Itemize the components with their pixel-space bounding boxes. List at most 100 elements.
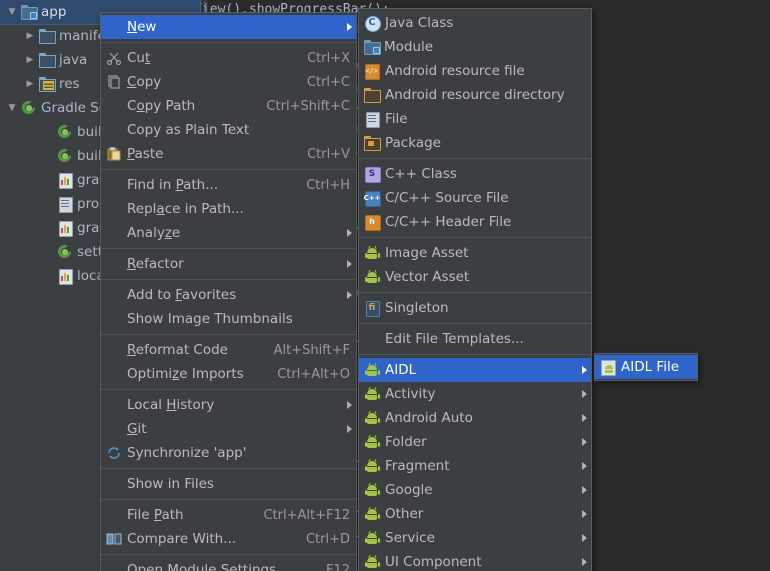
gradle-icon bbox=[56, 244, 74, 260]
chevron-right-icon bbox=[347, 23, 352, 31]
tree-expand-arrow[interactable]: ▼ bbox=[4, 7, 20, 17]
menu-item-label: Synchronize 'app' bbox=[127, 445, 350, 461]
menu-item-replace-in-path[interactable]: Replace in Path... bbox=[101, 197, 356, 221]
menu-item-fragment[interactable]: Fragment bbox=[359, 454, 591, 478]
menu-item-local-history[interactable]: Local History bbox=[101, 393, 356, 417]
menu-item-label: C/C++ Source File bbox=[385, 190, 585, 206]
package-icon bbox=[363, 135, 381, 151]
menu-item-open-module-settings[interactable]: Open Module SettingsF12 bbox=[101, 558, 356, 571]
menu-separator bbox=[101, 389, 356, 390]
no-icon bbox=[105, 421, 123, 437]
tree-expand-arrow[interactable]: ▶ bbox=[22, 79, 38, 89]
menu-separator bbox=[101, 554, 356, 555]
menu-item-cut[interactable]: CutCtrl+X bbox=[101, 46, 356, 70]
gradle-icon bbox=[20, 100, 38, 116]
menu-item-new[interactable]: New bbox=[101, 15, 356, 39]
menu-item-reformat-code[interactable]: Reformat CodeAlt+Shift+F bbox=[101, 338, 356, 362]
menu-item-label: Copy as Plain Text bbox=[127, 122, 350, 138]
menu-item-label: Copy Path bbox=[127, 98, 252, 114]
menu-item-show-image-thumbnails[interactable]: Show Image Thumbnails bbox=[101, 307, 356, 331]
menu-item-paste[interactable]: PasteCtrl+V bbox=[101, 142, 356, 166]
menu-item-other[interactable]: Other bbox=[359, 502, 591, 526]
menu-item-c-class[interactable]: SC++ Class bbox=[359, 162, 591, 186]
menu-item-copy[interactable]: CopyCtrl+C bbox=[101, 70, 356, 94]
menu-item-git[interactable]: Git bbox=[101, 417, 356, 441]
menu-item-android-resource-directory[interactable]: Android resource directory bbox=[359, 83, 591, 107]
menu-item-label: Reformat Code bbox=[127, 342, 260, 358]
tree-expand-arrow[interactable]: ▼ bbox=[4, 103, 20, 113]
aidl-file-icon bbox=[599, 359, 617, 375]
aidl-submenu[interactable]: AIDL File bbox=[594, 353, 698, 381]
menu-item-label: Git bbox=[127, 421, 350, 437]
menu-item-label: Edit File Templates... bbox=[385, 331, 585, 347]
menu-item-label: Fragment bbox=[385, 458, 585, 474]
menu-item-label: Singleton bbox=[385, 300, 585, 316]
new-submenu[interactable]: CJava Class Module </>Android resource fil… bbox=[358, 8, 592, 571]
menu-item-singleton[interactable]: fiSingleton bbox=[359, 296, 591, 320]
menu-item-shortcut: Ctrl+Alt+F12 bbox=[263, 508, 350, 523]
menu-item-shortcut: Ctrl+X bbox=[307, 51, 350, 66]
menu-item-c-c-header-file[interactable]: hC/C++ Header File bbox=[359, 210, 591, 234]
no-icon bbox=[105, 366, 123, 382]
menu-item-label: Refactor bbox=[127, 256, 350, 272]
menu-item-label: Image Asset bbox=[385, 245, 585, 261]
chevron-right-icon bbox=[582, 558, 587, 566]
tree-item-label: java bbox=[59, 52, 87, 68]
menu-item-android-auto[interactable]: Android Auto bbox=[359, 406, 591, 430]
menu-item-show-in-files[interactable]: Show in Files bbox=[101, 472, 356, 496]
menu-item-shortcut: Ctrl+V bbox=[307, 147, 350, 162]
menu-item-shortcut: Ctrl+H bbox=[306, 178, 350, 193]
menu-item-analyze[interactable]: Analyze bbox=[101, 221, 356, 245]
menu-item-android-resource-file[interactable]: </>Android resource file bbox=[359, 59, 591, 83]
cpp-source-file-icon: C++ bbox=[363, 190, 381, 206]
menu-item-module[interactable]: Module bbox=[359, 35, 591, 59]
menu-item-aidl-file[interactable]: AIDL File bbox=[595, 355, 697, 379]
menu-item-c-c-source-file[interactable]: C++C/C++ Source File bbox=[359, 186, 591, 210]
menu-separator bbox=[359, 158, 591, 159]
menu-item-file[interactable]: File bbox=[359, 107, 591, 131]
menu-separator bbox=[359, 237, 591, 238]
file-icon bbox=[363, 111, 381, 127]
menu-item-label: AIDL bbox=[385, 362, 585, 378]
menu-item-google[interactable]: Google bbox=[359, 478, 591, 502]
menu-item-image-asset[interactable]: Image Asset bbox=[359, 241, 591, 265]
menu-item-aidl[interactable]: AIDL bbox=[359, 358, 591, 382]
menu-item-label: C++ Class bbox=[385, 166, 585, 182]
menu-item-folder[interactable]: Folder bbox=[359, 430, 591, 454]
android-icon bbox=[363, 386, 381, 402]
menu-item-activity[interactable]: Activity bbox=[359, 382, 591, 406]
menu-item-refactor[interactable]: Refactor bbox=[101, 252, 356, 276]
android-icon bbox=[363, 269, 381, 285]
menu-item-label: Replace in Path... bbox=[127, 201, 350, 217]
menu-item-optimize-imports[interactable]: Optimize ImportsCtrl+Alt+O bbox=[101, 362, 356, 386]
menu-item-copy-path[interactable]: Copy PathCtrl+Shift+C bbox=[101, 94, 356, 118]
menu-item-label: Copy bbox=[127, 74, 293, 90]
menu-item-service[interactable]: Service bbox=[359, 526, 591, 550]
menu-item-label: Module bbox=[384, 39, 585, 55]
android-icon bbox=[363, 434, 381, 450]
menu-separator bbox=[359, 292, 591, 293]
no-icon bbox=[105, 507, 123, 523]
menu-item-label: Open Module Settings bbox=[127, 562, 312, 571]
chevron-right-icon bbox=[582, 390, 587, 398]
menu-separator bbox=[359, 354, 591, 355]
menu-item-copy-as-plain-text[interactable]: Copy as Plain Text bbox=[101, 118, 356, 142]
tree-expand-arrow[interactable]: ▶ bbox=[22, 31, 38, 41]
menu-item-ui-component[interactable]: UI Component bbox=[359, 550, 591, 571]
menu-item-find-in-path[interactable]: Find in Path...Ctrl+H bbox=[101, 173, 356, 197]
menu-item-package[interactable]: Package bbox=[359, 131, 591, 155]
tree-expand-arrow[interactable]: ▶ bbox=[22, 55, 38, 65]
menu-item-java-class[interactable]: CJava Class bbox=[359, 11, 591, 35]
menu-item-vector-asset[interactable]: Vector Asset bbox=[359, 265, 591, 289]
project-context-menu[interactable]: New CutCtrl+XCopyCtrl+CCopy PathCtrl+Shif… bbox=[100, 12, 357, 571]
menu-item-synchronize-app[interactable]: Synchronize 'app' bbox=[101, 441, 356, 465]
menu-item-edit-file-templates[interactable]: Edit File Templates... bbox=[359, 327, 591, 351]
menu-item-compare-with[interactable]: Compare With...Ctrl+D bbox=[101, 527, 356, 551]
android-icon bbox=[363, 458, 381, 474]
module-icon bbox=[363, 39, 381, 55]
menu-item-file-path[interactable]: File PathCtrl+Alt+F12 bbox=[101, 503, 356, 527]
menu-separator bbox=[101, 279, 356, 280]
menu-item-add-to-favorites[interactable]: Add to Favorites bbox=[101, 283, 356, 307]
chevron-right-icon bbox=[347, 401, 352, 409]
android-icon bbox=[363, 410, 381, 426]
